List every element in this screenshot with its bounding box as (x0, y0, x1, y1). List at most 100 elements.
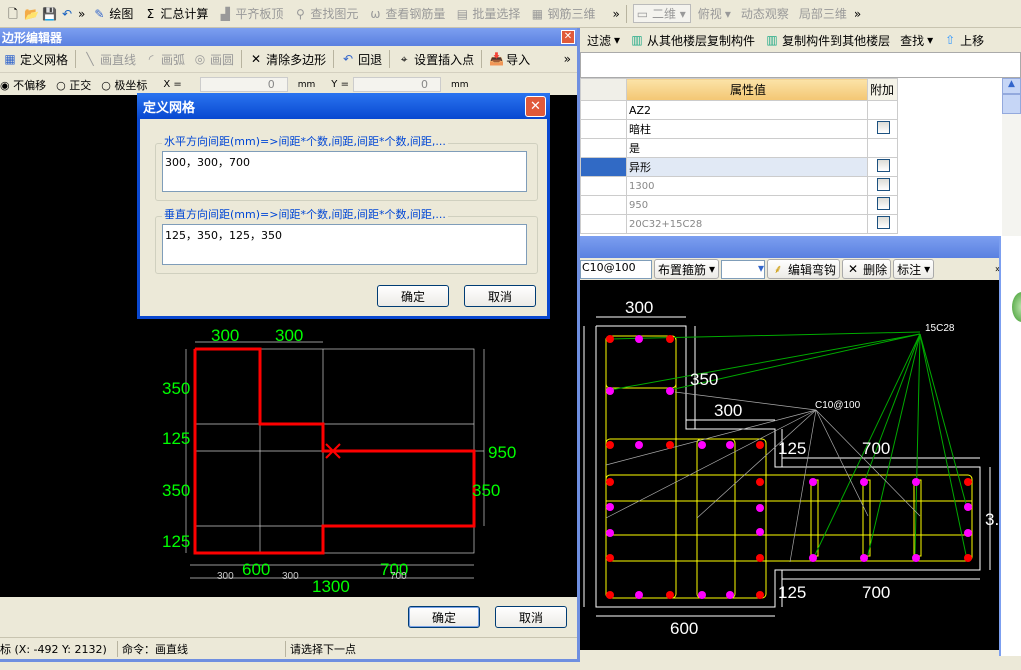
import-button[interactable]: 📥 导入 (486, 49, 533, 69)
edit-hook-button[interactable]: ⸙ 编辑弯钩 (767, 259, 841, 279)
stirrup-dropdown[interactable]: ▾ (721, 259, 766, 279)
rebar-point (698, 591, 706, 599)
stirrup-input[interactable]: C10@100 (580, 259, 652, 279)
more-icon[interactable]: » (854, 7, 861, 21)
property-value[interactable]: AZ2 (626, 100, 868, 120)
radio-no-offset[interactable]: ◉ 不偏移 (0, 77, 46, 93)
move-up-button[interactable]: ⇧ 上移 (940, 30, 987, 50)
rebar-point (606, 478, 614, 486)
status-coords: 标 (X: -492 Y: 2132) (0, 640, 118, 657)
annotate-button[interactable]: 标注 ▾ (893, 259, 935, 279)
more-icon[interactable]: » (564, 52, 571, 66)
rebar-point (606, 529, 614, 537)
place-stirrup-button[interactable]: 布置箍筋 ▾ (654, 259, 720, 279)
clear-polygon-button[interactable]: ✕ 清除多边形 (246, 49, 329, 69)
extra-checkbox[interactable] (877, 216, 890, 229)
section-canvas[interactable]: 300 350 300 125 700 125 700 600 3. 15C28… (580, 280, 999, 650)
rebar-point (635, 441, 643, 449)
copy-to-floor-button[interactable]: ▥ 复制构件到其他楼层 (762, 30, 893, 50)
copy-from-floor-button[interactable]: ▥ 从其他楼层复制构件 (627, 30, 758, 50)
property-row[interactable]: 暗柱 (580, 119, 898, 139)
insert-point-icon: ⌖ (400, 52, 408, 66)
line-icon: ╲ (86, 52, 94, 66)
radio-polar[interactable]: ○ 极坐标 (101, 77, 147, 93)
status-command: 命令：画直线 (122, 640, 286, 657)
extra-checkbox[interactable] (877, 178, 890, 191)
rebar-icon: ω (370, 6, 381, 21)
close-button[interactable]: ✕ (561, 30, 575, 44)
property-value[interactable]: 异形 (626, 157, 868, 177)
calculate-button[interactable]: Σ 汇总计算 (140, 4, 211, 24)
find-button[interactable]: 查找 ▾ (897, 30, 936, 50)
dialog-ok-button[interactable]: 确定 (377, 285, 449, 307)
property-value[interactable]: 20C32+15C28 (626, 214, 868, 234)
property-row[interactable]: 20C32+15C28 (580, 214, 898, 234)
batch-select-button[interactable]: ▤ 批量选择 (452, 4, 523, 24)
y-input[interactable]: 0 (352, 77, 441, 92)
view-select[interactable]: ▭ 二维 ▾ (632, 4, 691, 23)
filter-button[interactable]: 过滤 ▾ (584, 30, 623, 50)
import-icon: 📥 (489, 52, 505, 66)
undo-icon[interactable]: ↶ (60, 7, 74, 21)
rebar-point (964, 478, 972, 486)
draw-arc-button[interactable]: ◜ 画弧 (141, 49, 188, 69)
editor-ok-button[interactable]: 确定 (408, 606, 480, 628)
property-row[interactable]: 是 (580, 138, 898, 158)
save-icon[interactable]: 💾 (42, 7, 57, 21)
horizontal-input[interactable]: 300，300，700 (162, 151, 527, 192)
delete-button[interactable]: ✕ 删除 (842, 259, 892, 279)
radio-orthogonal[interactable]: ○ 正交 (56, 77, 91, 93)
rebar-point (964, 529, 972, 537)
set-insert-point-button[interactable]: ⌖ 设置插入点 (394, 49, 477, 69)
property-row[interactable]: AZ2 (580, 100, 898, 120)
scrollbar[interactable]: ▲ (1002, 78, 1021, 236)
extra-checkbox[interactable] (877, 121, 890, 134)
dim-label: 300 (211, 326, 239, 345)
rebar-point (726, 441, 734, 449)
dim-label: 3. (985, 510, 999, 529)
rebar-point (698, 441, 706, 449)
new-file-icon[interactable]: 🗋 (6, 7, 20, 21)
property-value[interactable]: 暗柱 (626, 119, 868, 139)
property-row[interactable]: 950 (580, 195, 898, 215)
rebar-point (912, 554, 920, 562)
property-row[interactable]: 1300 (580, 176, 898, 196)
extra-checkbox[interactable] (877, 197, 890, 210)
dialog-cancel-button[interactable]: 取消 (464, 285, 536, 307)
rebar-3d-button[interactable]: ▦ 钢筋三维 (527, 4, 598, 24)
property-value[interactable]: 是 (626, 138, 868, 158)
rebar-point (635, 335, 643, 343)
more-icon[interactable]: » (612, 7, 619, 21)
property-value[interactable]: 950 (626, 195, 868, 215)
dialog-close-button[interactable]: ✕ (525, 95, 546, 117)
scroll-up-icon[interactable]: ▲ (1002, 78, 1021, 94)
scroll-thumb[interactable] (1002, 94, 1021, 114)
open-folder-icon[interactable]: 📂 (24, 7, 39, 21)
undo-button[interactable]: ↶ 回退 (338, 49, 385, 69)
rebar-point (756, 441, 764, 449)
total-dim-label: 1300 (312, 577, 350, 596)
draw-line-button[interactable]: ╲ 画直线 (80, 49, 139, 69)
draw-button[interactable]: ✎ 绘图 (89, 4, 136, 24)
dim-label: 600 (670, 619, 698, 638)
editor-cancel-button[interactable]: 取消 (495, 606, 567, 628)
local-3d-button[interactable]: 局部三维 (796, 4, 850, 24)
property-row[interactable]: 异形 (580, 157, 898, 177)
vertical-input[interactable]: 125，350，125，350 (162, 224, 527, 265)
top-view-button[interactable]: 俯视 ▾ (695, 4, 734, 24)
find-element-button[interactable]: ⚲ 查找图元 (290, 4, 361, 24)
blank-strip (580, 52, 1021, 78)
dim-label: 125 (162, 429, 190, 448)
rebar-point (964, 503, 972, 511)
x-input[interactable]: 0 (199, 77, 288, 92)
extra-checkbox[interactable] (877, 159, 890, 172)
orbit-button[interactable]: 动态观察 (738, 4, 792, 24)
more-icon[interactable]: » (78, 7, 85, 21)
close-icon: ✕ (848, 262, 859, 276)
align-slab-button[interactable]: ▟ 平齐板顶 (215, 4, 286, 24)
property-value[interactable]: 1300 (626, 176, 868, 196)
define-grid-button[interactable]: ▦ 定义网格 (0, 49, 71, 69)
draw-circle-button[interactable]: ◎ 画圆 (190, 49, 237, 69)
view-rebar-button[interactable]: ω 查看钢筋量 (365, 4, 448, 24)
rebar-point (606, 503, 614, 511)
